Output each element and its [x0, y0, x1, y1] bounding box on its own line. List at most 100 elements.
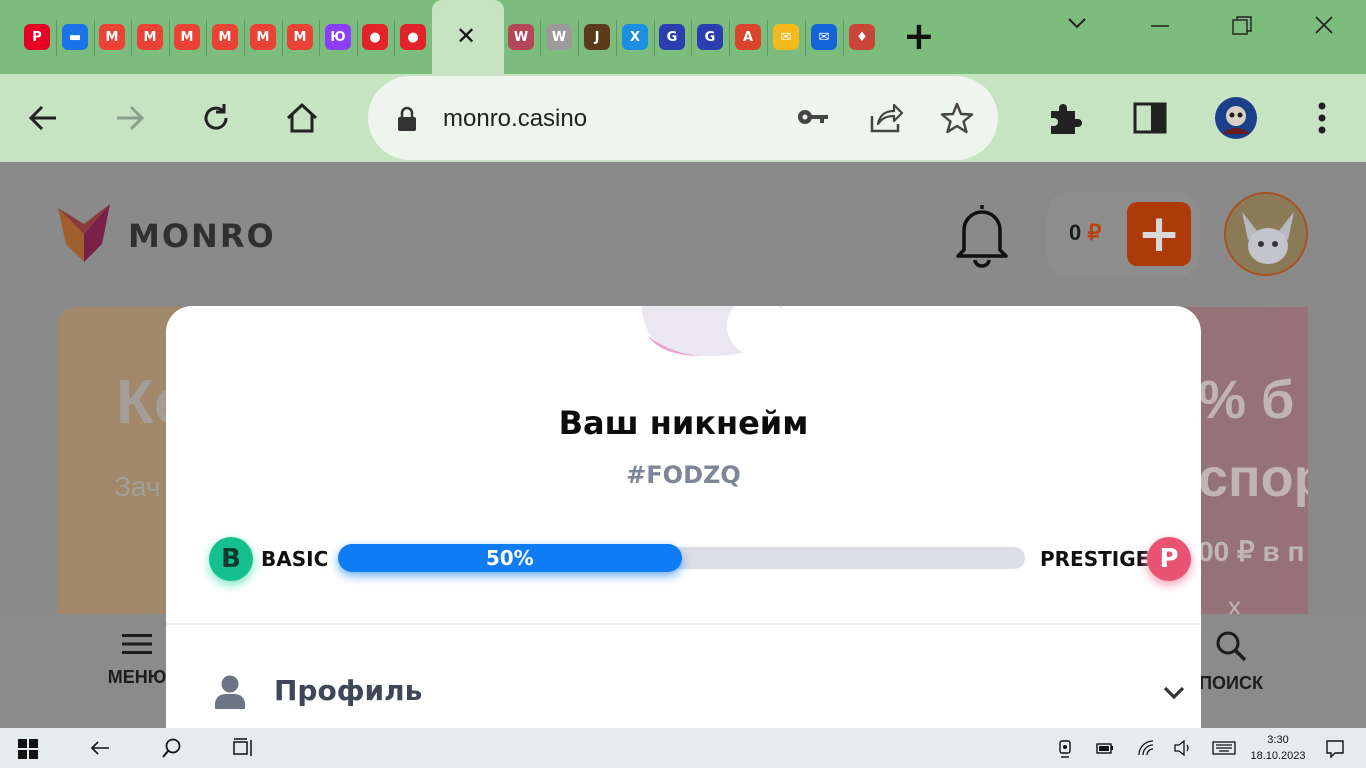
prestige-level-label: PRESTIGE	[1040, 547, 1150, 571]
level-progress-bar: 50%	[338, 544, 1025, 572]
tab-separator	[843, 20, 844, 56]
browser-tab-strip: ✕ + P ▬ M M M M M M Ю ● ● W W J X G G A ✉ ✉ ♦	[0, 0, 1366, 74]
lock-icon[interactable]	[396, 106, 418, 132]
user-avatar[interactable]	[1224, 192, 1308, 276]
kebab-menu-icon	[1318, 102, 1326, 134]
search-nav-button[interactable]: ПОИСК	[1196, 630, 1266, 694]
cards-icon: ♦	[849, 24, 875, 50]
side-panel-icon	[1133, 102, 1167, 134]
tab-joker-icon[interactable]: J	[582, 22, 612, 52]
banner-right-line3: 00 ₽ в п	[1198, 536, 1305, 567]
back-button[interactable]	[21, 96, 65, 140]
tab-gmail-icon[interactable]: M	[210, 22, 240, 52]
tab-game-app-icon[interactable]: G	[657, 22, 687, 52]
basic-level-badge: B	[209, 537, 253, 581]
tab-gmail-icon[interactable]: M	[248, 22, 278, 52]
tab-separator	[206, 20, 207, 56]
monro-logo-icon[interactable]	[58, 204, 110, 264]
tab-gmail-icon[interactable]: M	[97, 22, 127, 52]
tab-cards-icon[interactable]: ♦	[847, 22, 877, 52]
tab-gmail-icon[interactable]: M	[172, 22, 202, 52]
tab-casino-chip-icon[interactable]: ●	[398, 22, 428, 52]
bookmark-star-icon[interactable]	[940, 101, 974, 135]
reload-button[interactable]	[194, 96, 238, 140]
tab-messages-icon[interactable]: ▬	[60, 22, 90, 52]
tab-separator	[729, 20, 730, 56]
w-logo-icon: W	[508, 24, 534, 50]
forward-arrow-icon	[117, 105, 145, 131]
tab-separator	[169, 20, 170, 56]
active-tab[interactable]: ✕	[432, 0, 504, 74]
chevron-down-icon[interactable]	[1163, 686, 1185, 700]
extensions-button[interactable]	[1043, 96, 1087, 140]
tab-mail-icon[interactable]: ✉	[771, 22, 801, 52]
site-header: MONRO 0 ₽ +	[0, 162, 1366, 307]
tab-x-app-icon[interactable]: X	[620, 22, 650, 52]
side-panel-button[interactable]	[1128, 96, 1172, 140]
tab-gmail-icon[interactable]: M	[285, 22, 315, 52]
tab-separator	[767, 20, 768, 56]
balance-widget[interactable]: 0 ₽ +	[1047, 192, 1200, 276]
volume-icon[interactable]	[1174, 740, 1192, 756]
puzzle-icon	[1051, 104, 1082, 134]
home-button[interactable]	[280, 96, 324, 140]
notification-center-icon[interactable]	[1326, 740, 1344, 758]
gmail-icon: M	[287, 24, 313, 50]
keyboard-icon[interactable]	[1212, 741, 1236, 755]
tab-casino-chip-icon[interactable]: ●	[360, 22, 390, 52]
game-app-icon: G	[697, 24, 723, 50]
tab-w-logo-icon[interactable]: W	[544, 22, 574, 52]
gmail-icon: M	[250, 24, 276, 50]
address-bar[interactable]: monro.casino	[368, 76, 998, 160]
taskbar-search-icon[interactable]	[162, 738, 182, 758]
tab-pinterest-red-icon[interactable]: P	[22, 22, 52, 52]
notifications-bell-icon[interactable]	[952, 200, 1012, 268]
user-tag[interactable]: #FODZQ	[166, 461, 1201, 489]
yoomoney-icon: Ю	[325, 24, 351, 50]
game-app-icon: G	[659, 24, 685, 50]
meet-now-icon[interactable]	[1058, 740, 1072, 758]
browser-menu-button[interactable]	[1300, 96, 1344, 140]
menu-nav-button[interactable]: МЕНЮ	[107, 632, 167, 688]
nickname-title[interactable]: Ваш никнейм	[166, 404, 1201, 442]
minimize-window-icon[interactable]	[1150, 12, 1170, 38]
w-logo-icon: W	[546, 24, 572, 50]
windows-start-icon[interactable]	[18, 739, 38, 759]
gmail-icon: M	[99, 24, 125, 50]
task-view-icon[interactable]	[233, 738, 255, 758]
forward-button[interactable]	[108, 96, 152, 140]
tab-mail-icon[interactable]: ✉	[809, 22, 839, 52]
tab-separator	[244, 20, 245, 56]
user-profile-sheet: Ваш никнейм #FODZQ B BASIC 50% PRESTIGE …	[166, 306, 1201, 746]
home-icon	[286, 102, 318, 133]
share-icon[interactable]	[868, 102, 904, 134]
key-icon[interactable]	[796, 104, 830, 130]
basic-level-label: BASIC	[261, 547, 329, 571]
tab-translate-icon[interactable]: A	[733, 22, 763, 52]
deposit-button[interactable]: +	[1127, 202, 1191, 266]
profile-avatar-button[interactable]	[1214, 96, 1258, 140]
tab-separator	[654, 20, 655, 56]
tab-separator	[94, 20, 95, 56]
tab-yoomoney-icon[interactable]: Ю	[323, 22, 353, 52]
tab-separator	[282, 20, 283, 56]
banner-right-line2: спор	[1198, 448, 1308, 508]
mail-icon: ✉	[811, 24, 837, 50]
battery-icon[interactable]	[1096, 741, 1114, 755]
close-tab-icon[interactable]: ✕	[456, 22, 476, 50]
browser-profile-avatar	[1215, 97, 1257, 139]
tab-w-logo-icon[interactable]: W	[506, 22, 536, 52]
close-window-icon[interactable]	[1314, 15, 1334, 41]
new-tab-button[interactable]: +	[903, 14, 935, 58]
url-text[interactable]: monro.casino	[443, 105, 587, 133]
gmail-icon: M	[212, 24, 238, 50]
taskbar-clock[interactable]: 3:30 18.10.2023	[1250, 732, 1306, 764]
tab-game-app-icon[interactable]: G	[695, 22, 725, 52]
tab-search-chevron-icon[interactable]	[1066, 12, 1088, 40]
wifi-icon[interactable]	[1138, 740, 1154, 756]
restore-window-icon[interactable]	[1232, 16, 1252, 42]
tab-separator	[394, 20, 395, 56]
logo-text[interactable]: MONRO	[128, 217, 276, 255]
taskbar-back-icon[interactable]	[90, 740, 110, 756]
tab-gmail-icon[interactable]: M	[135, 22, 165, 52]
